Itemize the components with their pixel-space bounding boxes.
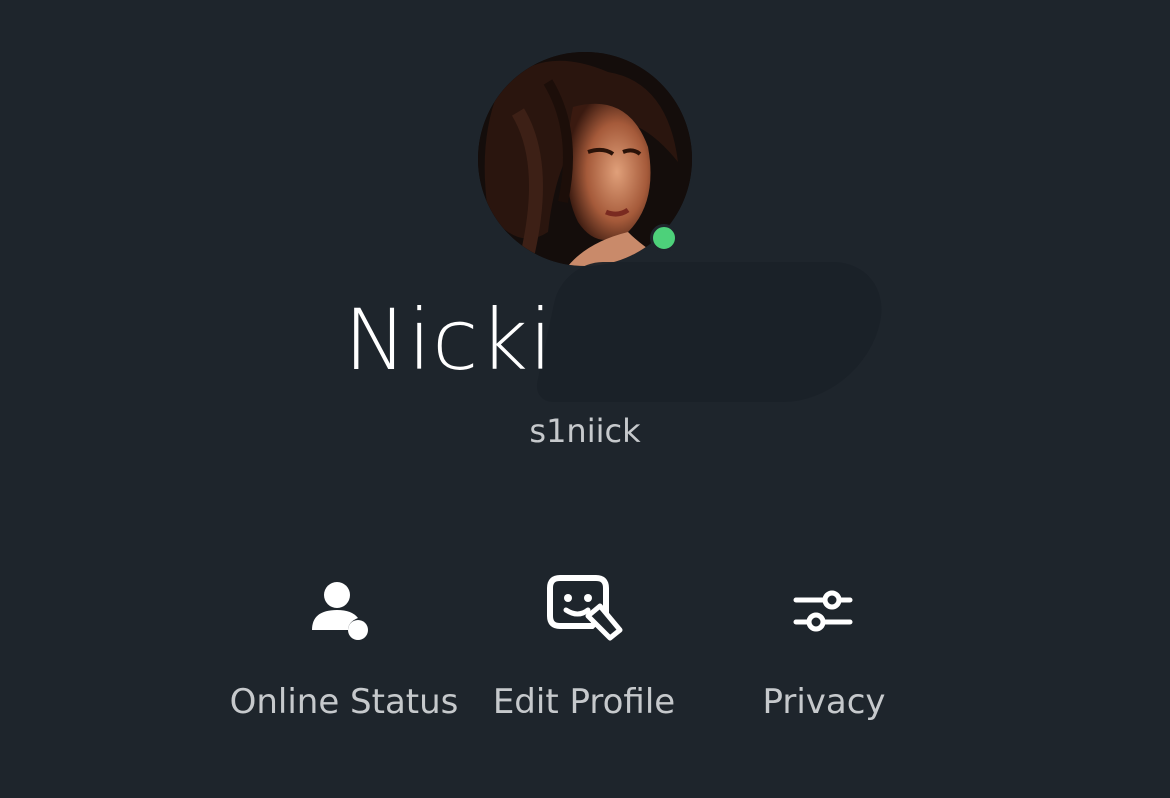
username: s1niick: [529, 412, 641, 450]
edit-profile-icon: [547, 575, 623, 641]
display-name: Nicki: [344, 291, 554, 389]
privacy-button[interactable]: Privacy: [694, 572, 954, 742]
redaction-mark: [533, 262, 893, 402]
profile-screen: Nicki s1niick Online Status Edit Profile…: [0, 0, 1170, 798]
online-status-dot: [650, 224, 678, 252]
edit-profile-label: Edit Profile: [492, 682, 676, 722]
online-status-button[interactable]: Online Status: [214, 572, 474, 742]
online-status-label: Online Status: [229, 682, 459, 722]
edit-profile-button[interactable]: Edit Profile: [454, 572, 714, 742]
privacy-label: Privacy: [762, 682, 886, 722]
person-status-icon: [312, 582, 368, 640]
profile-avatar[interactable]: [478, 52, 692, 266]
sliders-icon: [793, 590, 853, 632]
